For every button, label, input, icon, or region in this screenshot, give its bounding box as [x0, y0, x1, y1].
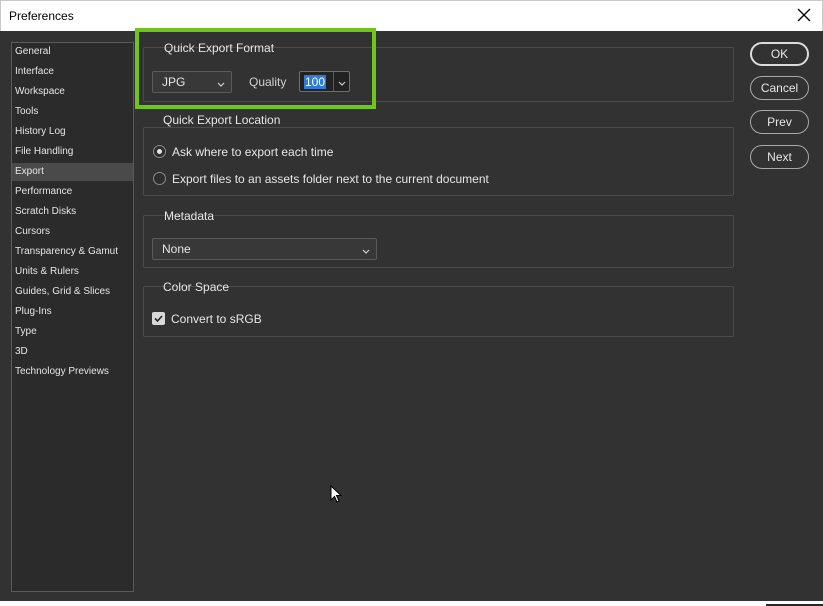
sidebar-item-tools[interactable]: Tools	[12, 103, 133, 121]
sidebar-item-cursors[interactable]: Cursors	[12, 223, 133, 241]
format-select[interactable]: JPG	[152, 71, 232, 93]
sidebar-item-interface[interactable]: Interface	[12, 63, 133, 81]
convert-srgb-label: Convert to sRGB	[171, 312, 262, 326]
next-button[interactable]: Next	[750, 145, 809, 169]
bottom-edge	[0, 601, 823, 606]
sidebar-item-workspace[interactable]: Workspace	[12, 83, 133, 101]
radio-assets-folder[interactable]	[153, 172, 166, 185]
sidebar-item-units-rulers[interactable]: Units & Rulers	[12, 263, 133, 281]
window-title: Preferences	[9, 9, 74, 23]
quick-export-location-title: Quick Export Location	[163, 113, 281, 127]
close-icon[interactable]	[796, 6, 812, 24]
chevron-down-icon	[216, 76, 226, 88]
quality-value: 100	[304, 75, 327, 89]
sidebar-item-transparency-gamut[interactable]: Transparency & Gamut	[12, 243, 133, 261]
checkmark-icon	[154, 315, 163, 323]
sidebar-item-type[interactable]: Type	[12, 323, 133, 341]
sidebar-item-technology-previews[interactable]: Technology Previews	[12, 363, 133, 381]
quality-label: Quality	[249, 75, 287, 89]
metadata-select-value: None	[162, 242, 191, 256]
convert-srgb-checkbox[interactable]	[152, 312, 165, 325]
sidebar-item-history-log[interactable]: History Log	[12, 123, 133, 141]
chevron-down-icon[interactable]	[337, 76, 347, 88]
format-select-value: JPG	[162, 75, 186, 89]
cancel-button[interactable]: Cancel	[750, 76, 809, 100]
radio-ask-each-time-label: Ask where to export each time	[172, 145, 334, 159]
preferences-sidebar: General Interface Workspace Tools Histor…	[11, 42, 134, 592]
sidebar-item-performance[interactable]: Performance	[12, 183, 133, 201]
prev-button[interactable]: Prev	[750, 110, 809, 134]
sidebar-item-guides-grid-slices[interactable]: Guides, Grid & Slices	[12, 283, 133, 301]
sidebar-item-plug-ins[interactable]: Plug-Ins	[12, 303, 133, 321]
radio-ask-each-time[interactable]	[153, 145, 166, 158]
metadata-select[interactable]: None	[152, 238, 377, 260]
chevron-down-icon	[361, 243, 371, 255]
sidebar-item-file-handling[interactable]: File Handling	[12, 143, 133, 161]
title-bar: Preferences	[0, 0, 823, 31]
quick-export-format-title: Quick Export Format	[164, 41, 275, 55]
mouse-pointer-icon	[330, 484, 343, 504]
color-space-title: Color Space	[163, 280, 230, 294]
quality-input[interactable]: 100	[299, 71, 350, 92]
sidebar-item-general[interactable]: General	[12, 43, 133, 61]
radio-assets-folder-label: Export files to an assets folder next to…	[172, 172, 489, 186]
ok-button[interactable]: OK	[750, 42, 809, 66]
sidebar-item-scratch-disks[interactable]: Scratch Disks	[12, 203, 133, 221]
metadata-title: Metadata	[164, 209, 215, 223]
sidebar-item-export[interactable]: Export	[12, 163, 133, 181]
sidebar-item-3d[interactable]: 3D	[12, 343, 133, 361]
